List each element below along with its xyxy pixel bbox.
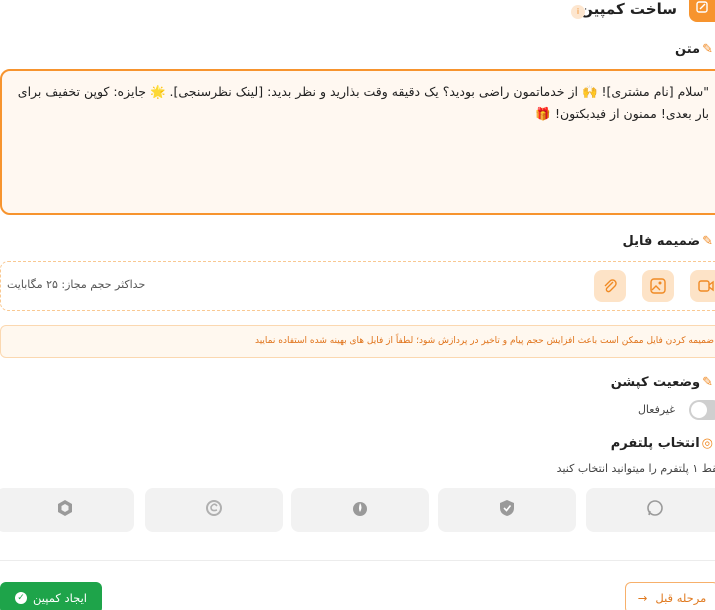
page-title: ساخت کمپین [580,0,677,18]
check-shield-icon [497,498,517,522]
whatsapp-icon [645,498,665,522]
attachment-label: ضمیمه فایل [622,234,701,249]
attachment-section-label: ✎ ضمیمه فایل [623,234,714,249]
toggle-knob [691,402,707,418]
edit-icon [689,0,715,22]
paperclip-icon: ✎ [702,375,713,390]
footer-divider [0,560,715,561]
check-circle-icon: ✓ [15,592,28,604]
globe-icon: ◎ [701,436,713,451]
video-icon[interactable] [690,270,715,302]
prev-label: مرحله قبل [655,591,707,605]
create-campaign-button[interactable]: ایجاد کمپین ✓ [0,582,102,610]
paperclip-icon: ✎ [702,42,713,57]
message-label: متن [675,42,701,57]
platform-hint: فقط ۱ پلتفرم را میتوانید انتخاب کنید [556,462,715,475]
platform-option-whatsapp[interactable] [586,488,715,532]
caption-section-label: ✎ وضعیت کپشن [611,375,713,390]
flame-icon [350,498,370,522]
circle-e-icon [204,498,224,522]
page-header: ساخت کمپین i [0,0,715,26]
caption-toggle[interactable] [689,400,715,420]
message-section-label: ✎ متن [675,42,713,57]
paperclip-icon[interactable] [594,270,626,302]
paperclip-icon: ✎ [702,234,713,249]
hexagon-icon [55,498,75,522]
platform-section-label: ◎ انتخاب پلتفرم [611,436,713,451]
platform-option-hexagon[interactable] [0,488,134,532]
platform-label: انتخاب پلتفرم [610,436,700,451]
message-textarea[interactable]: "سلام [نام مشتری]! 🙌 از خدماتمون راضی بو… [0,69,715,215]
caption-toggle-label: غیرفعال [637,403,675,416]
create-label: ایجاد کمپین [33,591,87,605]
file-size-hint: حداکثر حجم مجاز: ۲۵ مگابایت [7,278,146,291]
platform-option-shield[interactable] [438,488,576,532]
caption-label: وضعیت کپشن [610,375,701,390]
info-badge[interactable]: i [571,5,585,19]
image-icon[interactable] [642,270,674,302]
previous-step-button[interactable]: مرحله قبل → [625,582,715,610]
attachment-warning: ضمیمه کردن فایل ممکن است باعث افزایش حجم… [0,325,715,358]
platform-option-flame[interactable] [291,488,429,532]
arrow-right-icon: → [637,591,648,605]
platform-option-e[interactable] [145,488,283,532]
attachment-dropzone[interactable]: حداکثر حجم مجاز: ۲۵ مگابایت [0,261,715,311]
